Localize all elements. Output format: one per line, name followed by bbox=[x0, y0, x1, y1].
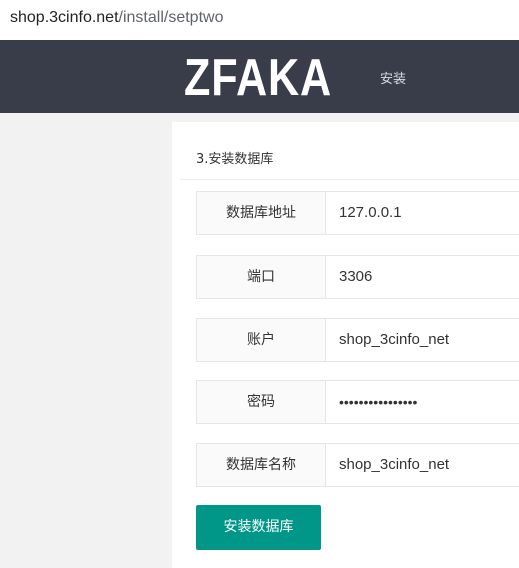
db-user-label: 账户 bbox=[196, 318, 326, 362]
db-host-label: 数据库地址 bbox=[196, 191, 326, 235]
db-name-input[interactable]: shop_3cinfo_net bbox=[325, 443, 519, 487]
address-bar[interactable]: shop.3cinfo.net/install/setptwo bbox=[0, 0, 519, 40]
db-password-input[interactable]: •••••••••••••••• bbox=[325, 380, 519, 424]
step-title: 3.安装数据库 bbox=[196, 152, 274, 167]
site-logo[interactable]: ZFAKA bbox=[184, 50, 332, 106]
db-port-input[interactable]: 3306 bbox=[325, 255, 519, 299]
db-name-label: 数据库名称 bbox=[196, 443, 326, 487]
url-text[interactable]: shop.3cinfo.net/install/setptwo bbox=[10, 9, 223, 27]
db-port-label: 端口 bbox=[196, 255, 326, 299]
db-password-label: 密码 bbox=[196, 380, 326, 424]
install-database-button[interactable]: 安装数据库 bbox=[196, 505, 321, 550]
db-user-input[interactable]: shop_3cinfo_net bbox=[325, 318, 519, 362]
url-host: shop.3cinfo.net bbox=[10, 9, 119, 26]
panel-divider bbox=[180, 179, 519, 180]
nav-install-link[interactable]: 安装 bbox=[380, 68, 406, 87]
db-host-input[interactable]: 127.0.0.1 bbox=[325, 191, 519, 235]
url-path: /install/setptwo bbox=[118, 9, 224, 26]
